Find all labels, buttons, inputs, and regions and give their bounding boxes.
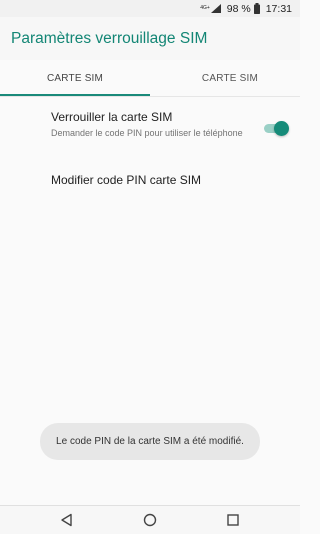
lock-sim-toggle[interactable]: [262, 120, 289, 136]
tab-divider: [0, 96, 300, 97]
toast-text: Le code PIN de la carte SIM a été modifi…: [56, 436, 244, 447]
toggle-thumb: [274, 121, 289, 136]
battery-percent: 98 %: [226, 2, 251, 15]
battery-icon: [253, 3, 260, 14]
clock: 17:31: [265, 2, 292, 15]
toast-message: Le code PIN de la carte SIM a été modifi…: [40, 423, 260, 460]
page-title: Paramètres verrouillage SIM: [11, 29, 208, 47]
lock-sim-summary: Demander le code PIN pour utiliser le té…: [51, 128, 243, 138]
nav-bar: [0, 505, 300, 534]
tab-sim-1[interactable]: CARTE SIM: [0, 60, 153, 96]
home-icon[interactable]: [143, 513, 157, 527]
lock-sim-setting[interactable]: Verrouiller la carte SIM Demander le cod…: [51, 110, 291, 150]
tab-sim-2[interactable]: CARTE SIM: [153, 60, 301, 96]
change-pin-setting[interactable]: Modifier code PIN carte SIM: [51, 173, 291, 193]
status-bar: 4G+ 98 % 17:31: [0, 0, 300, 17]
app-bar: Paramètres verrouillage SIM: [0, 17, 300, 60]
lock-sim-title: Verrouiller la carte SIM: [51, 110, 173, 124]
sim-tabs: CARTE SIM CARTE SIM: [0, 60, 300, 96]
recents-icon[interactable]: [226, 513, 240, 527]
signal-indicator: 4G+: [200, 4, 221, 13]
signal-icon: [210, 4, 221, 13]
tab-label: CARTE SIM: [201, 72, 258, 84]
back-icon[interactable]: [60, 513, 74, 527]
tab-label: CARTE SIM: [47, 72, 104, 84]
change-pin-title: Modifier code PIN carte SIM: [51, 173, 202, 187]
network-type-label: 4G+: [200, 5, 210, 11]
